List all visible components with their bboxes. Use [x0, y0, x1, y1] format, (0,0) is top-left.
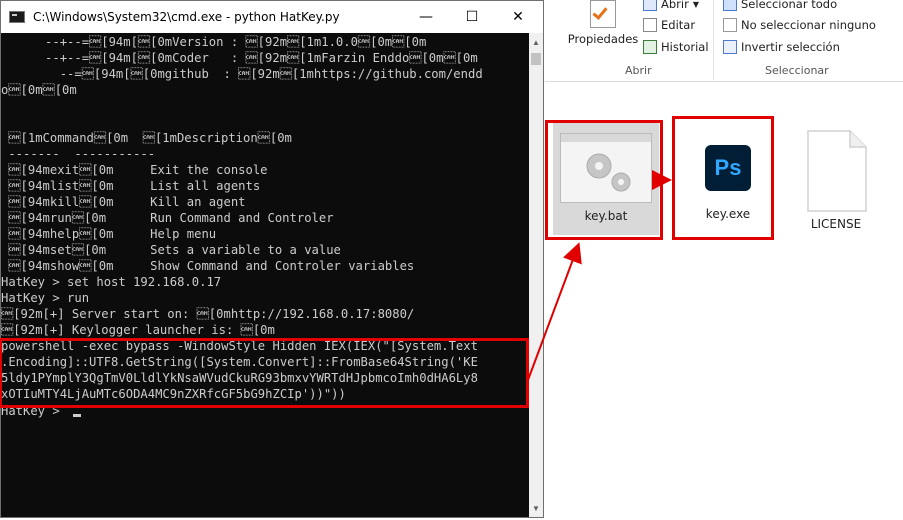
seleccionar-todo-button[interactable]: Seleccionar todo [723, 0, 837, 11]
maximize-button[interactable]: ☐ [449, 1, 495, 33]
cmd-scrollbar[interactable]: ▲ ▼ [529, 33, 543, 517]
abrir-group-label: Abrir [625, 64, 652, 77]
invertir-seleccion-label: Invertir selección [741, 40, 840, 54]
properties-check-icon [590, 0, 616, 28]
explorer-ribbon: Propiedades Abrir ▼ Editar Historial Abr… [545, 0, 903, 82]
blank-file-icon [804, 129, 868, 213]
terminal-line: HatKey > run [1, 291, 90, 305]
ribbon-separator [713, 0, 714, 80]
terminal-line: [94mrun[0m Run Command and Controler [1, 211, 334, 225]
no-seleccionar-label: No seleccionar ninguno [741, 18, 876, 32]
terminal-cursor [73, 414, 81, 417]
file-name: LICENSE [810, 217, 862, 231]
minimize-button[interactable]: — [403, 1, 449, 33]
select-all-icon [723, 0, 737, 11]
terminal-line: --+--=[94m[[0mCoder : [92m[1mFarzin … [1, 51, 478, 65]
seleccionar-todo-label: Seleccionar todo [741, 0, 838, 11]
terminal-line: --+--=[94m[[0mVersion : [92m[1m1.0.0… [1, 35, 427, 49]
file-item-license[interactable]: LICENSE [783, 123, 889, 235]
abrir-label: Abrir [661, 0, 689, 11]
terminal-line: [1mCommand[0m [1mDescription[0m [1, 131, 292, 145]
editar-label: Editar [661, 18, 696, 32]
terminal-line: o[0m[0m [1, 83, 77, 97]
terminal-line: [94mkill[0m Kill an agent [1, 195, 246, 209]
editar-button[interactable]: Editar [643, 18, 695, 32]
no-seleccionar-button[interactable]: No seleccionar ninguno [723, 18, 876, 32]
scroll-up-icon[interactable]: ▲ [529, 35, 543, 49]
highlight-box-key-exe [672, 116, 774, 240]
historial-button[interactable]: Historial [643, 40, 709, 54]
terminal-line: --=[94m[[0mgithub : [92m[1mhttps://g… [1, 67, 483, 81]
invertir-seleccion-button[interactable]: Invertir selección [723, 40, 840, 54]
edit-icon [643, 18, 657, 32]
propiedades-label: Propiedades [567, 32, 639, 46]
highlight-box-launcher [0, 338, 529, 408]
terminal-line: ------- ----------- [1, 147, 156, 161]
select-none-icon [723, 18, 737, 32]
open-icon [643, 0, 657, 11]
cmd-titlebar[interactable]: C:\Windows\System32\cmd.exe - python Hat… [1, 1, 543, 33]
abrir-button[interactable]: Abrir ▼ [643, 0, 699, 11]
cmd-window: C:\Windows\System32\cmd.exe - python Hat… [0, 0, 544, 518]
terminal-line: [94mshow[0m Show Command and Controler… [1, 259, 415, 273]
terminal-line: [94mset[0m Sets a variable to a value [1, 243, 341, 257]
seleccionar-group-label: Seleccionar [765, 64, 829, 77]
highlight-box-key-bat [545, 120, 663, 240]
terminal-output[interactable]: --+--=[94m[[0mVersion : [92m[1m1.0.0… [1, 33, 529, 517]
scroll-down-icon[interactable]: ▼ [529, 501, 543, 515]
invert-selection-icon [723, 40, 737, 54]
history-icon [643, 40, 657, 54]
terminal-line: [92m[+] Server start on: [0mhttp://192… [1, 307, 415, 321]
terminal-line: [94mhelp[0m Help menu [1, 227, 217, 241]
terminal-line: [94mlist[0m List all agents [1, 179, 261, 193]
terminal-line: [92m[+] Keylogger launcher is: [0m [1, 323, 275, 337]
close-button[interactable]: ✕ [495, 1, 541, 33]
historial-label: Historial [661, 40, 709, 54]
scrollbar-thumb[interactable] [531, 53, 541, 65]
cmd-window-title: C:\Windows\System32\cmd.exe - python Hat… [33, 10, 340, 24]
terminal-line: [94mexit[0m Exit the console [1, 163, 268, 177]
cmd-app-icon [9, 11, 25, 23]
terminal-line: HatKey > set host 192.168.0.17 [1, 275, 222, 289]
chevron-down-icon: ▼ [692, 0, 699, 9]
explorer-file-area: key.bat Ps key.exe LICENSE [545, 83, 903, 520]
propiedades-button[interactable]: Propiedades [567, 0, 639, 46]
